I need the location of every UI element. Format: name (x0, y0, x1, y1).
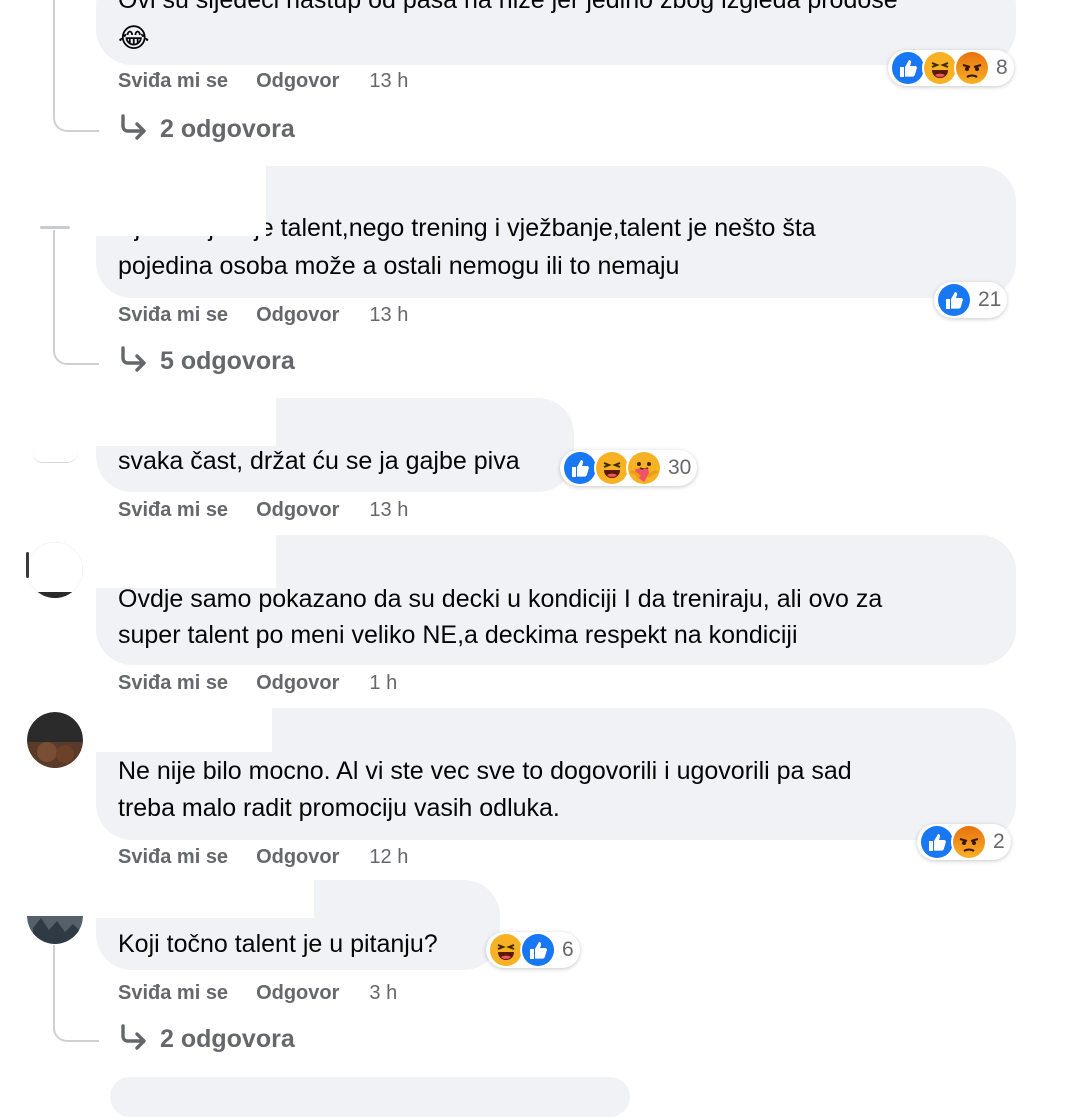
like-icon (562, 450, 598, 486)
like-button[interactable]: Sviđa mi se (118, 67, 228, 95)
reply-arrow-icon (118, 114, 150, 140)
comment-text: super talent po meni veliko NE,a deckima… (118, 621, 798, 649)
emoji-laughing: 😂 (118, 23, 150, 53)
avatar (32, 452, 78, 463)
like-icon (936, 282, 972, 318)
haha-icon (488, 932, 524, 968)
reply-button[interactable]: Odgovor (256, 669, 339, 697)
thread-line (53, 0, 55, 92)
comment-text: Ne nije bilo mocno. Al vi ste vec sve to… (118, 757, 852, 785)
comment-bubble (110, 1077, 630, 1117)
comment-actions: Sviđa mi se Odgovor 3 h (118, 979, 397, 1007)
reply-button[interactable]: Odgovor (256, 67, 339, 95)
like-icon (520, 932, 556, 968)
comment-text: treba malo radit promociju vasih odluka. (118, 794, 560, 822)
comment-text: svaka čast, držat ću se ja gajbe piva (118, 447, 520, 475)
thread-line (53, 1000, 99, 1042)
thread-line (53, 945, 55, 1000)
redacted-avatar-area (24, 160, 94, 228)
reactions-summary[interactable]: 2 (917, 824, 1011, 860)
reaction-count: 30 (668, 456, 692, 479)
avatar (27, 542, 83, 598)
reaction-count: 6 (562, 938, 574, 961)
haha-icon (922, 50, 958, 86)
thread-line (53, 230, 55, 325)
comment-text: Ovi su sljedeći nastup od pasa na niže j… (118, 0, 898, 14)
avatar-edge (26, 552, 29, 578)
timestamp[interactable]: 1 h (369, 669, 397, 697)
reactions-summary[interactable]: 21 (934, 282, 1008, 318)
view-replies-button[interactable]: 2 odgovora (118, 1021, 295, 1057)
replies-count-label: 5 odgovora (160, 347, 295, 375)
reactions-summary[interactable]: 30 (560, 450, 698, 486)
avatar (27, 712, 83, 768)
like-button[interactable]: Sviđa mi se (118, 301, 228, 329)
like-button[interactable]: Sviđa mi se (118, 669, 228, 697)
reaction-count: 2 (993, 830, 1005, 853)
comment-actions: Sviđa mi se Odgovor 13 h (118, 301, 408, 329)
timestamp[interactable]: 3 h (369, 979, 397, 1007)
reply-button[interactable]: Odgovor (256, 979, 339, 1007)
thread-line (53, 92, 99, 132)
timestamp[interactable]: 13 h (369, 301, 408, 329)
angry-icon (951, 824, 987, 860)
replies-count-label: 2 odgovora (160, 115, 295, 143)
reply-button[interactable]: Odgovor (256, 496, 339, 524)
reactions-summary[interactable]: 8 (888, 50, 1014, 86)
comment-actions: Sviđa mi se Odgovor 12 h (118, 843, 408, 871)
redacted-name-area (90, 160, 266, 236)
comment-bubble: Ovi su sljedeći nastup od pasa na niže j… (96, 0, 1016, 65)
care-icon (626, 450, 662, 486)
redacted-avatar-area (24, 398, 94, 460)
redacted-name-area (90, 702, 272, 752)
timestamp[interactable]: 13 h (369, 496, 408, 524)
redacted-avatar-area (24, 880, 86, 914)
like-button[interactable]: Sviđa mi se (118, 496, 228, 524)
comment-actions: Sviđa mi se Odgovor 13 h (118, 496, 408, 524)
reply-button[interactable]: Odgovor (256, 301, 339, 329)
like-button[interactable]: Sviđa mi se (118, 979, 228, 1007)
view-replies-button[interactable]: 5 odgovora (118, 343, 295, 379)
comment-actions: Sviđa mi se Odgovor 1 h (118, 669, 397, 697)
like-icon (919, 824, 955, 860)
reaction-count: 8 (996, 56, 1008, 79)
replies-count-label: 2 odgovora (160, 1025, 295, 1053)
reply-button[interactable]: Odgovor (256, 843, 339, 871)
view-replies-button[interactable]: 2 odgovora (118, 111, 295, 147)
reaction-count: 21 (978, 288, 1002, 311)
redacted-name-area (90, 392, 276, 446)
comment-actions: Sviđa mi se Odgovor 13 h (118, 67, 408, 95)
like-button[interactable]: Sviđa mi se (118, 843, 228, 871)
redacted-name-area (90, 874, 314, 918)
redacted-name-area (90, 530, 276, 588)
avatar (40, 226, 70, 229)
reply-arrow-icon (118, 346, 150, 372)
timestamp[interactable]: 12 h (369, 843, 408, 871)
haha-icon (594, 450, 630, 486)
angry-icon (954, 50, 990, 86)
thread-line (53, 325, 99, 365)
comment-text: Koji točno talent je u pitanju? (118, 930, 438, 958)
reactions-summary[interactable]: 6 (486, 932, 580, 968)
like-icon (890, 50, 926, 86)
timestamp[interactable]: 13 h (369, 67, 408, 95)
reply-arrow-icon (118, 1024, 150, 1050)
comment-text: pojedina osoba može a ostali nemogu ili … (118, 252, 680, 280)
